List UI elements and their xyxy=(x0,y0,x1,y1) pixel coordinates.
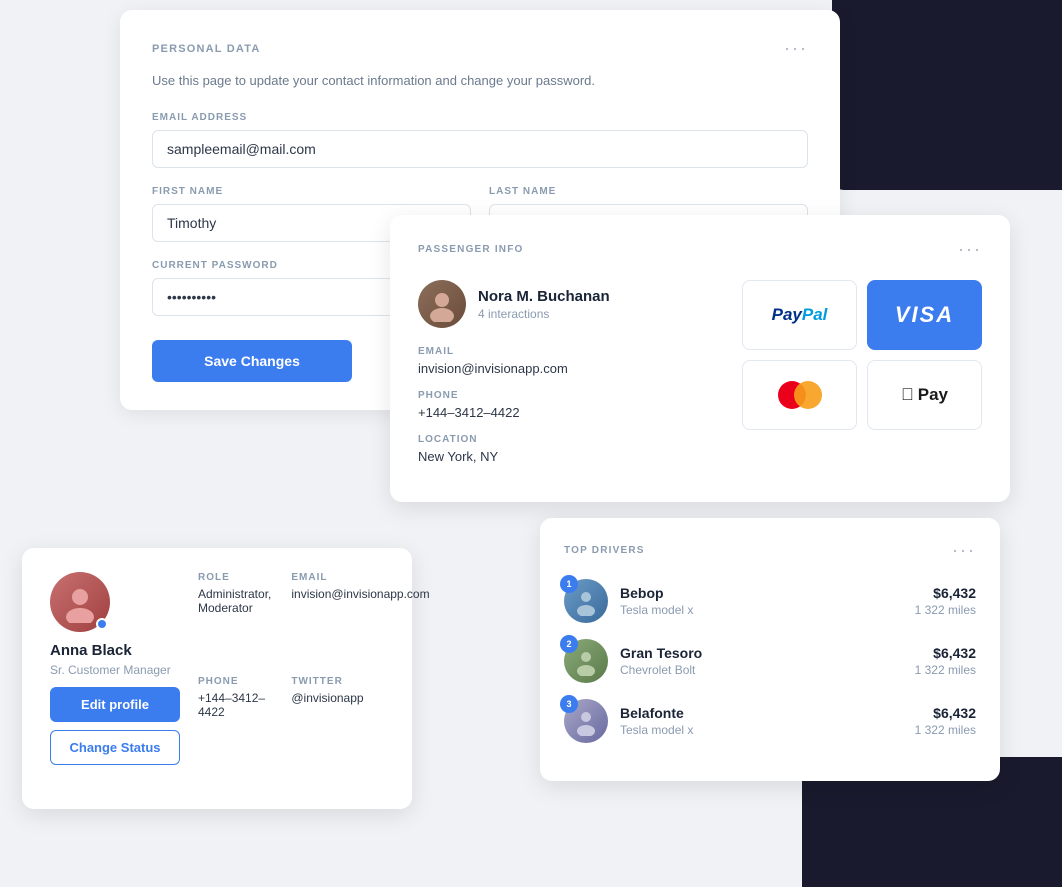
drivers-menu[interactable]: ··· xyxy=(952,540,976,561)
paypal-payment-btn[interactable]: PayPal xyxy=(742,280,857,350)
profile-email-label: EMAIL xyxy=(291,572,429,583)
driver-miles-1: 1 322 miles xyxy=(915,603,976,617)
email-label: EMAIL ADDRESS xyxy=(152,112,808,123)
email-input[interactable] xyxy=(152,130,808,168)
driver-stats-2: $6,432 1 322 miles xyxy=(915,645,976,677)
passenger-name-block: Nora M. Buchanan 4 interactions xyxy=(478,288,610,321)
profile-twitter-field: TWITTER @invisionapp xyxy=(291,676,429,766)
passenger-email-field: EMAIL invision@invisionapp.com xyxy=(418,346,726,376)
driver-miles-3: 1 322 miles xyxy=(915,723,976,737)
apple-icon:  xyxy=(901,385,914,405)
profile-left: Anna Black Sr. Customer Manager Edit pro… xyxy=(50,572,180,765)
driver-amount-2: $6,432 xyxy=(915,645,976,661)
passenger-phone-field: PHONE +144–3412–4422 xyxy=(418,390,726,420)
profile-role-value: Administrator, Moderator xyxy=(198,587,271,615)
driver-row: 1 Bebop Tesla model x $6,432 1 322 miles xyxy=(564,579,976,623)
profile-name-block: Anna Black Sr. Customer Manager xyxy=(50,642,171,677)
profile-phone-label: PHONE xyxy=(198,676,271,687)
profile-buttons: Edit profile Change Status xyxy=(50,687,180,765)
profile-phone-value: +144–3412–4422 xyxy=(198,691,271,719)
driver-car-3: Tesla model x xyxy=(620,723,903,737)
passenger-avatar xyxy=(418,280,466,328)
driver-info-2: Gran Tesoro Chevrolet Bolt xyxy=(620,645,903,677)
applepay-label:  Pay xyxy=(901,385,948,405)
payment-methods: PayPal VISA  Pay xyxy=(742,280,982,430)
passenger-location-field: LOCATION New York, NY xyxy=(418,434,726,464)
passenger-interactions: 4 interactions xyxy=(478,307,610,321)
driver-row: 3 Belafonte Tesla model x $6,432 1 322 m… xyxy=(564,699,976,743)
visa-payment-btn[interactable]: VISA xyxy=(867,280,982,350)
passenger-left: Nora M. Buchanan 4 interactions EMAIL in… xyxy=(418,280,726,478)
first-name-label: FIRST NAME xyxy=(152,186,471,197)
passenger-location-label: LOCATION xyxy=(418,434,726,445)
passenger-menu[interactable]: ··· xyxy=(958,239,982,260)
top-drivers-title: TOP DRIVERS xyxy=(564,545,645,556)
driver-car-2: Chevrolet Bolt xyxy=(620,663,903,677)
profile-avatar-wrap xyxy=(50,572,110,632)
dark-corner-top-right xyxy=(832,0,1062,190)
passenger-phone-value: +144–3412–4422 xyxy=(418,405,726,420)
passenger-info-title: PASSENGER INFO xyxy=(418,244,524,255)
passenger-location-value: New York, NY xyxy=(418,449,726,464)
card-header: PERSONAL DATA ··· xyxy=(152,38,808,59)
driver-name-1: Bebop xyxy=(620,585,903,601)
driver-amount-1: $6,432 xyxy=(915,585,976,601)
email-group: EMAIL ADDRESS xyxy=(152,112,808,168)
profile-twitter-value: @invisionapp xyxy=(291,691,429,705)
profile-card: Anna Black Sr. Customer Manager Edit pro… xyxy=(22,548,412,809)
profile-role-field: ROLE Administrator, Moderator xyxy=(198,572,271,662)
profile-role-label: ROLE xyxy=(198,572,271,583)
driver-info-3: Belafonte Tesla model x xyxy=(620,705,903,737)
driver-rank-avatar-1: 1 xyxy=(564,579,608,623)
profile-twitter-label: TWITTER xyxy=(291,676,429,687)
applepay-payment-btn[interactable]:  Pay xyxy=(867,360,982,430)
driver-amount-3: $6,432 xyxy=(915,705,976,721)
profile-details: ROLE Administrator, Moderator EMAIL invi… xyxy=(198,572,430,765)
save-changes-button[interactable]: Save Changes xyxy=(152,340,352,382)
drivers-header: TOP DRIVERS ··· xyxy=(564,540,976,561)
profile-role: Sr. Customer Manager xyxy=(50,663,171,677)
mastercard-icon xyxy=(778,381,822,409)
edit-profile-button[interactable]: Edit profile xyxy=(50,687,180,722)
driver-rank-avatar-3: 3 xyxy=(564,699,608,743)
passenger-info-card: PASSENGER INFO ··· Nora M. Buchanan 4 in… xyxy=(390,215,1010,502)
driver-row: 2 Gran Tesoro Chevrolet Bolt $6,432 1 32… xyxy=(564,639,976,683)
driver-rank-avatar-2: 2 xyxy=(564,639,608,683)
profile-top: Anna Black Sr. Customer Manager Edit pro… xyxy=(50,572,384,765)
passenger-info-row: Nora M. Buchanan 4 interactions EMAIL in… xyxy=(418,280,982,478)
passenger-phone-label: PHONE xyxy=(418,390,726,401)
personal-data-menu[interactable]: ··· xyxy=(784,38,808,59)
driver-stats-1: $6,432 1 322 miles xyxy=(915,585,976,617)
driver-name-3: Belafonte xyxy=(620,705,903,721)
passenger-name: Nora M. Buchanan xyxy=(478,288,610,305)
driver-name-2: Gran Tesoro xyxy=(620,645,903,661)
applepay-text: Pay xyxy=(918,385,948,405)
mastercard-payment-btn[interactable] xyxy=(742,360,857,430)
last-name-label: LAST NAME xyxy=(489,186,808,197)
personal-data-desc: Use this page to update your contact inf… xyxy=(152,73,808,88)
driver-rank-badge-3: 3 xyxy=(560,695,578,713)
online-status-dot xyxy=(96,618,108,630)
profile-phone-field: PHONE +144–3412–4422 xyxy=(198,676,271,766)
top-drivers-card: TOP DRIVERS ··· 1 Bebop Tesla model x $6… xyxy=(540,518,1000,781)
visa-label: VISA xyxy=(895,302,954,328)
driver-rank-badge-2: 2 xyxy=(560,635,578,653)
driver-stats-3: $6,432 1 322 miles xyxy=(915,705,976,737)
profile-email-field: EMAIL invision@invisionapp.com xyxy=(291,572,429,662)
profile-name: Anna Black xyxy=(50,642,171,659)
passenger-email-value: invision@invisionapp.com xyxy=(418,361,726,376)
passenger-email-label: EMAIL xyxy=(418,346,726,357)
personal-data-title: PERSONAL DATA xyxy=(152,43,261,55)
driver-rank-badge-1: 1 xyxy=(560,575,578,593)
driver-info-1: Bebop Tesla model x xyxy=(620,585,903,617)
driver-miles-2: 1 322 miles xyxy=(915,663,976,677)
change-status-button[interactable]: Change Status xyxy=(50,730,180,765)
driver-car-1: Tesla model x xyxy=(620,603,903,617)
profile-email-value: invision@invisionapp.com xyxy=(291,587,429,601)
passenger-header: PASSENGER INFO ··· xyxy=(418,239,982,260)
passenger-avatar-row: Nora M. Buchanan 4 interactions xyxy=(418,280,726,328)
